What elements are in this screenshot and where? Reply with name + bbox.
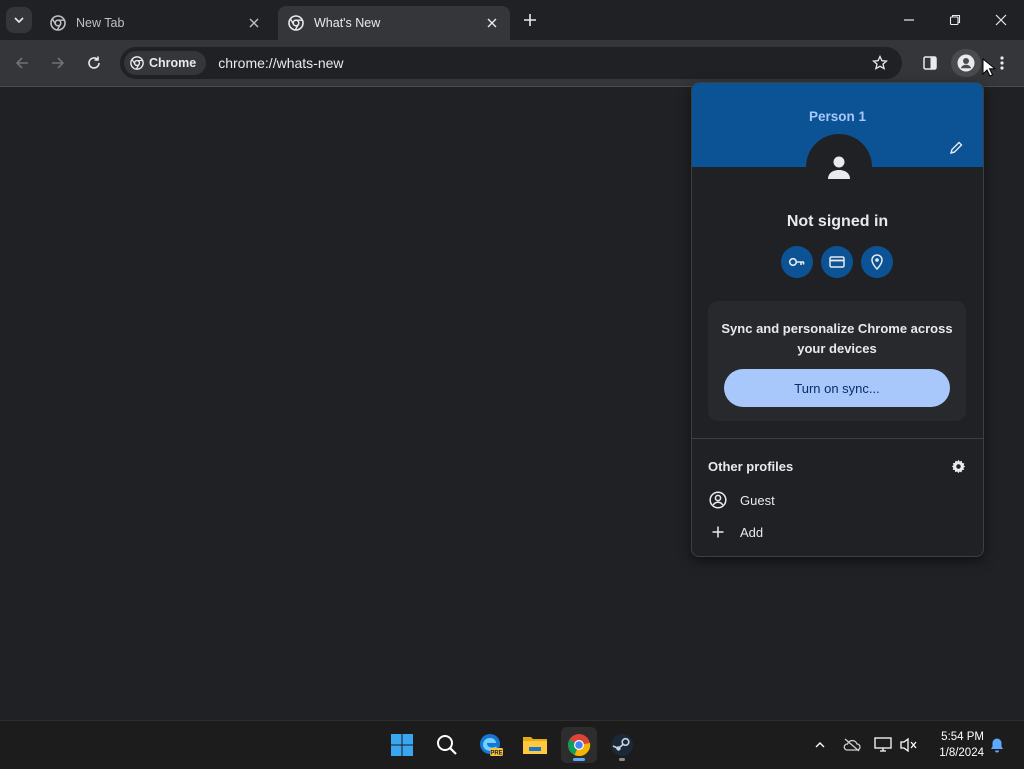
payment-methods-button[interactable] <box>821 246 853 278</box>
account-circle-icon <box>957 54 975 72</box>
plus-icon <box>708 522 728 542</box>
guest-profile-item[interactable]: Guest <box>708 488 968 512</box>
url-text[interactable]: chrome://whats-new <box>218 55 343 71</box>
arrow-right-icon <box>52 57 65 69</box>
running-indicator <box>619 758 625 761</box>
tab-title: New Tab <box>76 16 125 30</box>
bookmark-button[interactable] <box>870 53 890 73</box>
tab-new-tab[interactable]: New Tab <box>40 6 272 40</box>
arrow-left-icon <box>15 57 28 69</box>
profile-button[interactable] <box>951 49 981 77</box>
site-info-chip[interactable]: Chrome <box>124 51 207 75</box>
tab-whats-new[interactable]: What's New <box>278 6 510 40</box>
minimize-icon <box>904 19 914 21</box>
sync-message: Sync and personalize Chrome across your … <box>721 321 953 356</box>
file-explorer-icon <box>523 737 547 754</box>
speaker-muted-icon <box>900 737 917 753</box>
minimize-button[interactable] <box>898 9 920 31</box>
notifications-button[interactable] <box>987 735 1007 755</box>
clock-date: 1/8/2024 <box>939 747 984 759</box>
show-hidden-icons-button[interactable] <box>810 735 830 755</box>
more-vert-icon <box>1000 56 1004 70</box>
forward-button[interactable] <box>46 51 70 75</box>
browser-toolbar: Chrome chrome://whats-new <box>0 40 1024 87</box>
avatar <box>806 134 872 200</box>
gear-icon <box>951 459 965 473</box>
chrome-icon <box>130 56 144 70</box>
onedrive-button[interactable] <box>842 735 862 755</box>
chevron-down-icon <box>14 17 24 24</box>
bell-icon <box>991 738 1003 753</box>
side-panel-icon <box>923 56 937 70</box>
addresses-button[interactable] <box>861 246 893 278</box>
chrome-favicon-icon <box>288 15 304 31</box>
back-button[interactable] <box>10 51 34 75</box>
start-button[interactable] <box>384 727 420 763</box>
close-tab-icon[interactable] <box>484 15 500 31</box>
star-icon <box>872 55 888 70</box>
windows-taskbar: PRE 5:54 PM 1/8/2024 <box>0 720 1024 769</box>
taskbar-chrome[interactable] <box>561 727 597 763</box>
address-bar[interactable]: Chrome chrome://whats-new <box>120 47 902 79</box>
guest-label: Guest <box>740 492 775 508</box>
chrome-favicon-icon <box>50 15 66 31</box>
network-button[interactable] <box>873 735 893 755</box>
sign-in-status: Not signed in <box>786 213 889 230</box>
location-pin-icon <box>871 254 883 271</box>
key-icon <box>788 257 805 267</box>
edit-profile-button[interactable] <box>947 139 965 157</box>
taskbar-steam[interactable] <box>604 727 640 763</box>
add-label: Add <box>740 524 764 540</box>
credit-card-icon <box>829 256 845 268</box>
close-icon <box>995 14 1007 26</box>
taskbar-search-button[interactable] <box>429 727 465 763</box>
passwords-button[interactable] <box>781 246 813 278</box>
reload-icon <box>88 56 100 69</box>
divider <box>692 438 983 439</box>
search-icon <box>437 735 457 755</box>
network-icon <box>874 737 892 752</box>
profile-name: Person 1 <box>808 109 867 124</box>
sync-card: Sync and personalize Chrome across your … <box>708 301 966 421</box>
guest-icon <box>708 490 728 510</box>
tab-title: What's New <box>314 16 381 30</box>
restore-button[interactable] <box>944 9 966 31</box>
pencil-icon <box>949 141 963 155</box>
turn-on-sync-button[interactable]: Turn on sync... <box>724 369 950 407</box>
volume-button[interactable] <box>899 735 919 755</box>
new-tab-button[interactable] <box>520 10 540 30</box>
restore-icon <box>949 14 961 26</box>
tab-search-button[interactable] <box>6 7 32 33</box>
reload-button[interactable] <box>82 51 106 75</box>
add-profile-item[interactable]: Add <box>708 520 968 544</box>
cloud-off-icon <box>843 738 861 752</box>
edge-beta-icon: PRE <box>480 734 503 757</box>
start-icon <box>391 734 413 756</box>
person-icon <box>828 156 850 179</box>
svg-text:PRE: PRE <box>490 751 502 757</box>
mouse-cursor-icon <box>982 58 996 77</box>
tab-strip: New Tab What's New <box>0 0 1024 40</box>
side-panel-button[interactable] <box>918 51 942 75</box>
taskbar-edge-beta[interactable]: PRE <box>473 727 509 763</box>
clock-time: 5:54 PM <box>941 731 984 743</box>
chrome-icon <box>568 734 591 757</box>
running-indicator <box>573 758 585 761</box>
chevron-up-icon <box>815 742 825 748</box>
steam-icon <box>611 734 633 756</box>
chip-label: Chrome <box>149 56 197 70</box>
profile-menu: Person 1 Not signed in Sync and personal… <box>691 82 984 557</box>
close-tab-icon[interactable] <box>246 15 262 31</box>
taskbar-clock[interactable]: 5:54 PM 1/8/2024 <box>928 729 984 761</box>
taskbar-file-explorer[interactable] <box>517 727 553 763</box>
other-profiles-title: Other profiles <box>708 459 794 474</box>
manage-profiles-button[interactable] <box>950 458 966 474</box>
plus-icon <box>524 14 536 26</box>
close-window-button[interactable] <box>990 9 1012 31</box>
